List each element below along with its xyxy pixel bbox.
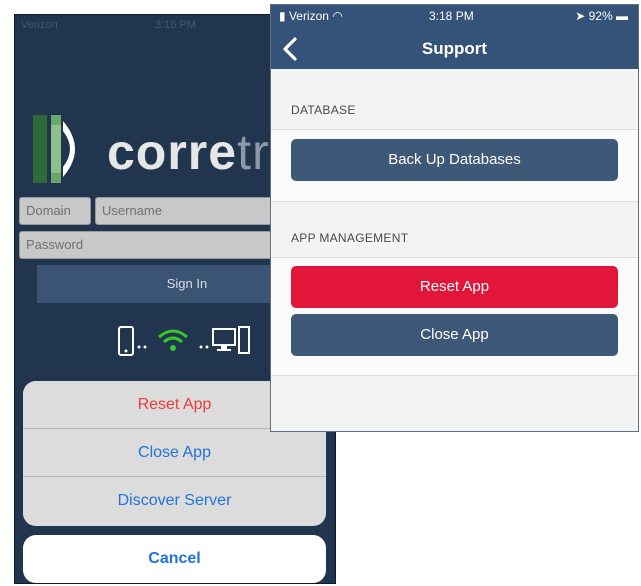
divider [271,129,638,130]
section-header-database: DATABASE [291,103,356,117]
action-close-app[interactable]: Close App [23,429,326,477]
close-app-button[interactable]: Close App [291,314,618,356]
logo-text-bold: corre [107,124,238,180]
cancel-button[interactable]: Cancel [23,535,326,583]
nav-bar: ▮ Verizon ◠ 3:18 PM ➤ 92% ▬ Support [271,5,638,69]
divider [271,375,638,376]
divider [271,257,638,258]
battery-indicator: ➤ 92% ▬ [575,9,628,23]
battery-icon: ▬ [616,9,628,23]
divider [271,201,638,202]
clock: 3:18 PM [155,19,196,31]
domain-field[interactable]: Domain [19,197,91,225]
carrier-label: Verizon [21,19,58,31]
reset-app-button[interactable]: Reset App [291,266,618,308]
backup-databases-button[interactable]: Back Up Databases [291,139,618,181]
location-icon: ➤ [575,9,586,23]
carrier-label: ▮ Verizon ◠ [279,9,343,23]
connection-status-icon [118,326,250,356]
corretrak-logo-icon [33,115,75,183]
section-header-app-management: APP MANAGEMENT [291,231,409,245]
battery-percent: 92% [588,9,613,23]
clock: 3:18 PM [429,9,474,23]
page-title: Support [421,39,488,58]
carrier-name: Verizon [288,9,329,23]
support-screen: ▮ Verizon ◠ 3:18 PM ➤ 92% ▬ Support DATA… [270,4,639,432]
status-bar: ▮ Verizon ◠ 3:18 PM ➤ 92% ▬ [271,5,638,25]
signal-icon: ▮ [279,9,286,23]
wifi-icon: ◠ [332,9,343,23]
action-discover-server[interactable]: Discover Server [23,477,326,525]
